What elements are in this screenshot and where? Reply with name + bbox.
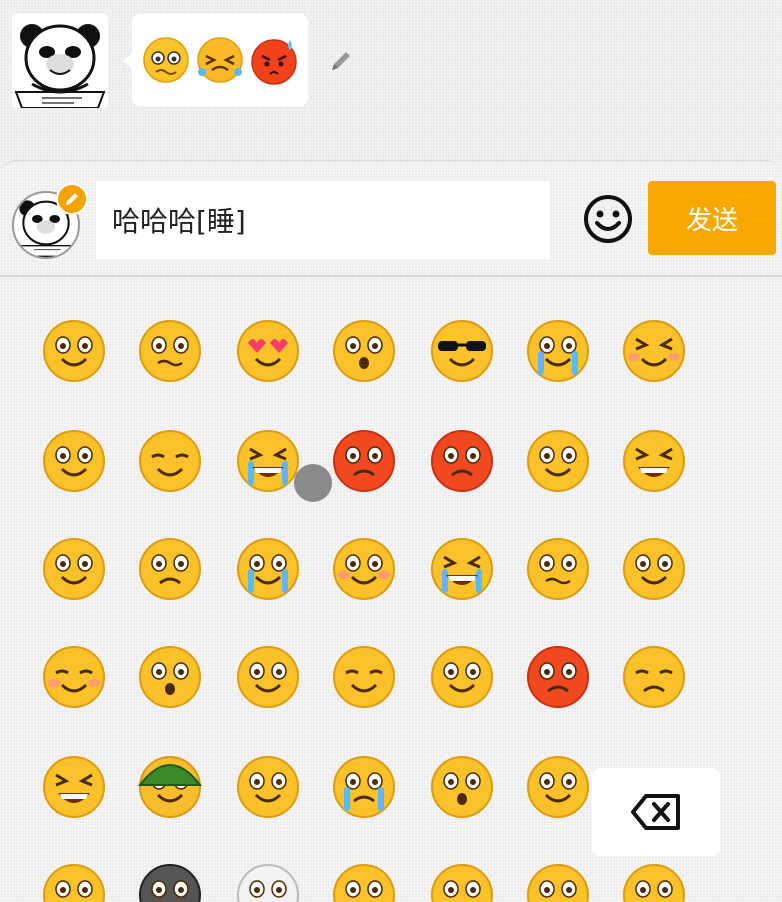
furious-red-emoji-icon (431, 430, 493, 492)
flushed-partial-emoji-icon (43, 864, 105, 902)
emoji-hand-over-mouth[interactable] (38, 425, 110, 497)
message-bubble[interactable] (123, 14, 308, 106)
emoji-scared-red[interactable] (522, 641, 594, 713)
emoji-eye-roll[interactable] (426, 641, 498, 713)
emoji-nauseated[interactable] (522, 533, 594, 605)
emoji-ninja-partial[interactable] (328, 859, 400, 902)
scared-red-emoji-icon (527, 646, 589, 708)
angry-red-sweat-emoji-icon (333, 430, 395, 492)
emoji-question[interactable] (426, 751, 498, 823)
hand-over-mouth-emoji-icon (43, 430, 105, 492)
eye-roll-emoji-icon (431, 646, 493, 708)
surprised-frown-emoji-icon (333, 320, 395, 382)
ghost-partial-emoji-icon (237, 864, 299, 902)
composer-bar: 哈哈哈[睡] 发送 (0, 161, 782, 277)
emoji-sleepy-zzz[interactable] (134, 425, 206, 497)
sender-avatar[interactable] (12, 14, 108, 108)
emoji-smile[interactable] (38, 315, 110, 387)
emoji-wink-tongue[interactable] (522, 425, 594, 497)
avatar-edit-badge[interactable] (56, 183, 88, 215)
pleading-emoji-icon (333, 538, 395, 600)
emoji-tears-of-joy[interactable] (232, 533, 304, 605)
emoji-big-grin[interactable] (618, 425, 690, 497)
army-helmet-emoji-icon (137, 756, 203, 818)
backspace-button[interactable] (592, 768, 720, 856)
emoji-frown[interactable] (134, 533, 206, 605)
emoji-sunglasses[interactable] (426, 315, 498, 387)
eyes-up-emoji-icon (139, 646, 201, 708)
send-button[interactable]: 发送 (648, 181, 776, 255)
sleepy-zzz-emoji-icon (139, 430, 201, 492)
emoji-furious-red[interactable] (426, 425, 498, 497)
crying-laugh-squint-emoji-icon (197, 37, 243, 83)
sunglasses-emoji-icon (431, 320, 493, 382)
laughing-tears-emoji-icon (431, 538, 493, 600)
touch-indicator (294, 464, 332, 502)
thinking-hand-emoji-icon (237, 756, 299, 818)
smile-emoji-icon (43, 320, 105, 382)
emoji-grinning[interactable] (38, 751, 110, 823)
crying-tears-emoji-icon (527, 320, 589, 382)
shush-emoji-icon (527, 756, 589, 818)
peeking-mouth-cover-emoji-icon (43, 538, 105, 600)
emoji-flushed-partial[interactable] (38, 859, 110, 902)
emoji-surprised-frown[interactable] (328, 315, 400, 387)
unamused-emoji-icon (623, 646, 685, 708)
question-emoji-icon (431, 756, 493, 818)
facepalm-emoji-icon (623, 538, 685, 600)
emoji-unamused[interactable] (618, 641, 690, 713)
emoji-eyes-up[interactable] (134, 641, 206, 713)
dizzy-partial-emoji-icon (431, 864, 493, 902)
panda-meme-avatar-icon (14, 24, 106, 108)
message-input[interactable]: 哈哈哈[睡] (96, 181, 550, 259)
frown-emoji-icon (139, 538, 201, 600)
confused-emoji-icon (237, 646, 299, 708)
emoji-thinking-hand[interactable] (232, 751, 304, 823)
emoji-army-helmet[interactable] (134, 751, 206, 823)
edit-pencil-icon[interactable] (326, 46, 356, 76)
emoji-dizzy-partial[interactable] (426, 859, 498, 902)
grinning-emoji-icon (43, 756, 105, 818)
emoji-shush[interactable] (522, 751, 594, 823)
emoji-ghost-partial[interactable] (232, 859, 304, 902)
emoji-crying-tears[interactable] (522, 315, 594, 387)
tears-of-joy-emoji-icon (237, 538, 299, 600)
heart-eyes-emoji-icon (237, 320, 299, 382)
blush-smile-emoji-icon (43, 646, 105, 708)
backspace-icon (631, 794, 680, 830)
emoji-crying-angry[interactable] (328, 751, 400, 823)
emoji-squint-blush[interactable] (618, 315, 690, 387)
emoji-crying-laugh-squint[interactable] (232, 425, 304, 497)
wink-tongue-emoji-icon (527, 430, 589, 492)
big-grin-emoji-icon (623, 430, 685, 492)
emoji-angry-red-sweat[interactable] (328, 425, 400, 497)
emoji-blush-smile[interactable] (38, 641, 110, 713)
emoji-pensive[interactable] (328, 641, 400, 713)
tired-partial-emoji-icon (623, 864, 685, 902)
emoji-relieved-partial[interactable] (522, 859, 594, 902)
emoji-pleading[interactable] (328, 533, 400, 605)
emoji-tired-partial[interactable] (618, 859, 690, 902)
emoji-peeking-mouth-cover[interactable] (38, 533, 110, 605)
ninja-partial-emoji-icon (333, 864, 395, 902)
woozy-emoji-icon (139, 320, 201, 382)
pensive-emoji-icon (333, 646, 395, 708)
emoji-facepalm[interactable] (618, 533, 690, 605)
nauseated-emoji-icon (527, 538, 589, 600)
crying-laugh-squint-emoji-icon (237, 430, 299, 492)
emoji-laughing-tears[interactable] (426, 533, 498, 605)
relieved-partial-emoji-icon (527, 864, 589, 902)
cat-partial-emoji-icon (139, 864, 201, 902)
emoji-toggle-icon[interactable] (582, 193, 634, 245)
emoji-confused[interactable] (232, 641, 304, 713)
pencil-icon (66, 193, 78, 205)
emoji-woozy[interactable] (134, 315, 206, 387)
squint-blush-emoji-icon (623, 320, 685, 382)
crying-angry-emoji-icon (333, 756, 395, 818)
woozy-face-emoji-icon (143, 37, 189, 83)
emoji-heart-eyes[interactable] (232, 315, 304, 387)
angry-red-sweat-emoji-icon (251, 39, 297, 85)
chat-area (0, 0, 782, 160)
emoji-cat-partial[interactable] (134, 859, 206, 902)
